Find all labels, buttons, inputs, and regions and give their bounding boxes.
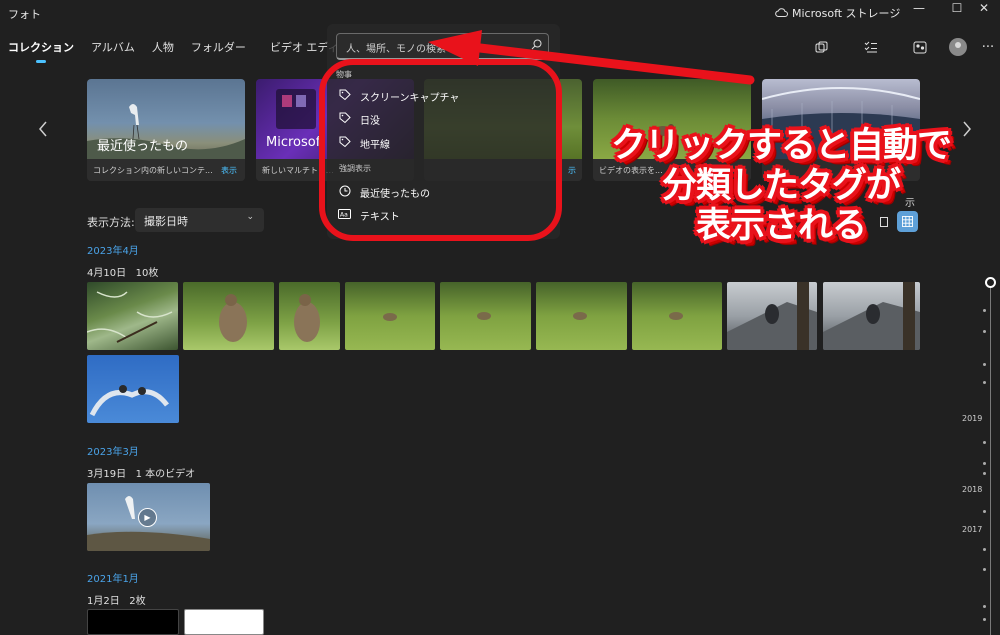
photo-thumbnail[interactable]	[345, 282, 435, 350]
people-icon[interactable]	[910, 37, 930, 57]
account-avatar[interactable]	[949, 38, 967, 56]
timeline-tick	[983, 605, 986, 608]
day-count: 2枚	[129, 596, 146, 607]
annotation-line: 分類したタグが	[661, 166, 901, 206]
photo-thumbnail[interactable]	[184, 609, 264, 635]
photo-thumbnail[interactable]	[440, 282, 531, 350]
month-header: 2023年4月	[87, 246, 139, 257]
photo-thumbnail[interactable]	[87, 282, 178, 350]
timeline-tick	[983, 510, 986, 513]
card-recent[interactable]: 最近使ったもの コレクション内の新しいコンテ... 表示	[87, 79, 245, 181]
tab-collection[interactable]: コレクション	[8, 39, 74, 63]
carousel-prev-icon[interactable]	[38, 121, 48, 142]
timeline-tick	[983, 309, 986, 312]
storage-label: Microsoft ストレージ	[792, 7, 901, 20]
timeline-tick	[983, 548, 986, 551]
timeline-thumb[interactable]	[985, 277, 996, 288]
more-icon[interactable]: ···	[978, 37, 998, 57]
photo-thumbnail[interactable]	[536, 282, 627, 350]
timeline-tick	[983, 462, 986, 465]
photo-thumbnail[interactable]	[727, 282, 817, 350]
day-header: 3月19日 1 本のビデオ	[87, 465, 195, 480]
annotation-arrow-icon	[428, 30, 755, 85]
play-icon: ▶	[138, 508, 157, 527]
annotation-line: 表示される	[695, 206, 867, 246]
month-header: 2023年3月	[87, 447, 139, 458]
timeline-tick	[983, 472, 986, 475]
timeline-tick	[983, 330, 986, 333]
timeline-tick	[983, 568, 986, 571]
timeline-tick	[983, 618, 986, 621]
photo-thumbnail[interactable]	[279, 282, 340, 350]
day-header: 4月10日 10枚	[87, 264, 158, 279]
cloud-icon	[775, 7, 788, 20]
photo-thumbnail[interactable]	[87, 609, 179, 635]
photo-thumbnail[interactable]	[632, 282, 722, 350]
timeline-year[interactable]: 2018	[962, 485, 982, 494]
timeline-track[interactable]	[990, 282, 991, 635]
tab-album[interactable]: アルバム	[91, 39, 135, 55]
card-title: 最近使ったもの	[97, 139, 189, 154]
annotation-line: クリックすると自動で	[610, 126, 952, 166]
main-nav: コレクション アルバム 人物 フォルダー ビデオ エディター	[0, 28, 361, 66]
app-title: フォト	[8, 8, 41, 21]
photo-thumbnail[interactable]	[823, 282, 920, 350]
timeline-tick	[983, 441, 986, 444]
annotation-text: クリックすると自動で 分類したタグが 表示される	[586, 126, 976, 246]
day-count: 10枚	[135, 268, 159, 279]
photo-thumbnail[interactable]	[183, 282, 274, 350]
sort-value: 撮影日時	[144, 215, 188, 228]
sort-select[interactable]: 撮影日時 ⌄	[135, 208, 264, 232]
close-button[interactable]: ✕	[965, 0, 1000, 16]
timeline-tick	[983, 381, 986, 384]
tab-folders[interactable]: フォルダー	[191, 39, 246, 55]
chevron-down-icon: ⌄	[246, 212, 254, 222]
photo-thumbnail[interactable]	[87, 355, 179, 423]
timeline-year[interactable]: 2019	[962, 414, 982, 423]
select-icon[interactable]	[861, 37, 881, 57]
day-date: 3月19日	[87, 469, 127, 480]
day-date: 1月2日	[87, 596, 120, 607]
minimize-button[interactable]: —	[900, 0, 938, 16]
day-date: 4月10日	[87, 268, 127, 279]
import-icon[interactable]	[811, 37, 831, 57]
sort-label: 表示方法:	[87, 216, 135, 229]
card-title: Microsoft	[266, 135, 326, 150]
timeline-tick	[983, 363, 986, 366]
day-header: 1月2日 2枚	[87, 592, 146, 607]
storage-status[interactable]: Microsoft ストレージ	[775, 5, 900, 21]
video-thumbnail[interactable]: ▶	[87, 483, 210, 551]
tab-people[interactable]: 人物	[152, 39, 174, 55]
day-count: 1 本のビデオ	[135, 469, 196, 480]
timeline-year[interactable]: 2017	[962, 525, 982, 534]
card-view-link[interactable]: 示	[568, 165, 576, 176]
card-view-link[interactable]: 表示	[221, 165, 237, 176]
month-header: 2021年1月	[87, 574, 139, 585]
